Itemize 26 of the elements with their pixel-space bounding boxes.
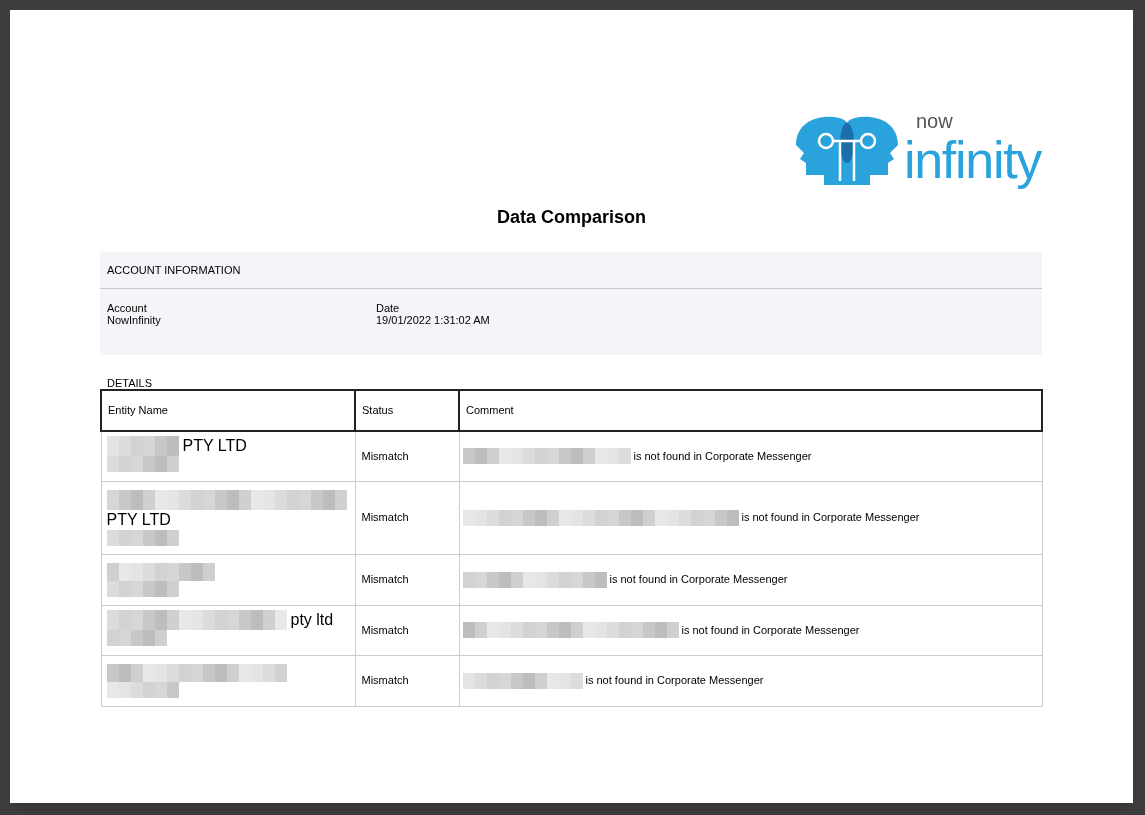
comment-text: is not found in Corporate Messenger <box>741 510 920 526</box>
status-cell: Mismatch <box>355 655 459 706</box>
section-heading: ACCOUNT INFORMATION <box>107 262 241 278</box>
column-header: Status <box>355 390 459 431</box>
logo-wordmark: infinity <box>904 130 1041 190</box>
status-cell: Mismatch <box>355 554 459 605</box>
field-value: 19/01/2022 1:31:02 AM <box>376 314 490 326</box>
logo-word: now <box>916 112 953 130</box>
comment-text: is not found in Corporate Messenger <box>609 572 788 588</box>
field-label: Account <box>107 302 148 314</box>
field-label: Date <box>376 302 401 314</box>
status-cell: Mismatch <box>355 605 459 655</box>
comment-text: is not found in Corporate Messenger <box>681 622 860 638</box>
status-cell: Mismatch <box>355 481 459 554</box>
report-title: Data Comparison <box>496 206 647 229</box>
comment-text: is not found in Corporate Messenger <box>633 449 812 464</box>
field-value: NowInfinity <box>107 314 162 326</box>
twin-heads-logo-icon <box>794 115 900 187</box>
status-cell: Mismatch <box>355 431 459 481</box>
section-heading: DETAILS <box>107 377 153 389</box>
column-header: Entity Name <box>101 390 355 431</box>
entity-name: PTY LTD <box>182 436 247 456</box>
entity-name: pty ltd <box>290 609 334 630</box>
column-header: Comment <box>459 390 1042 431</box>
entity-name: PTY LTD <box>106 509 171 530</box>
comment-text: is not found in Corporate Messenger <box>585 673 764 689</box>
